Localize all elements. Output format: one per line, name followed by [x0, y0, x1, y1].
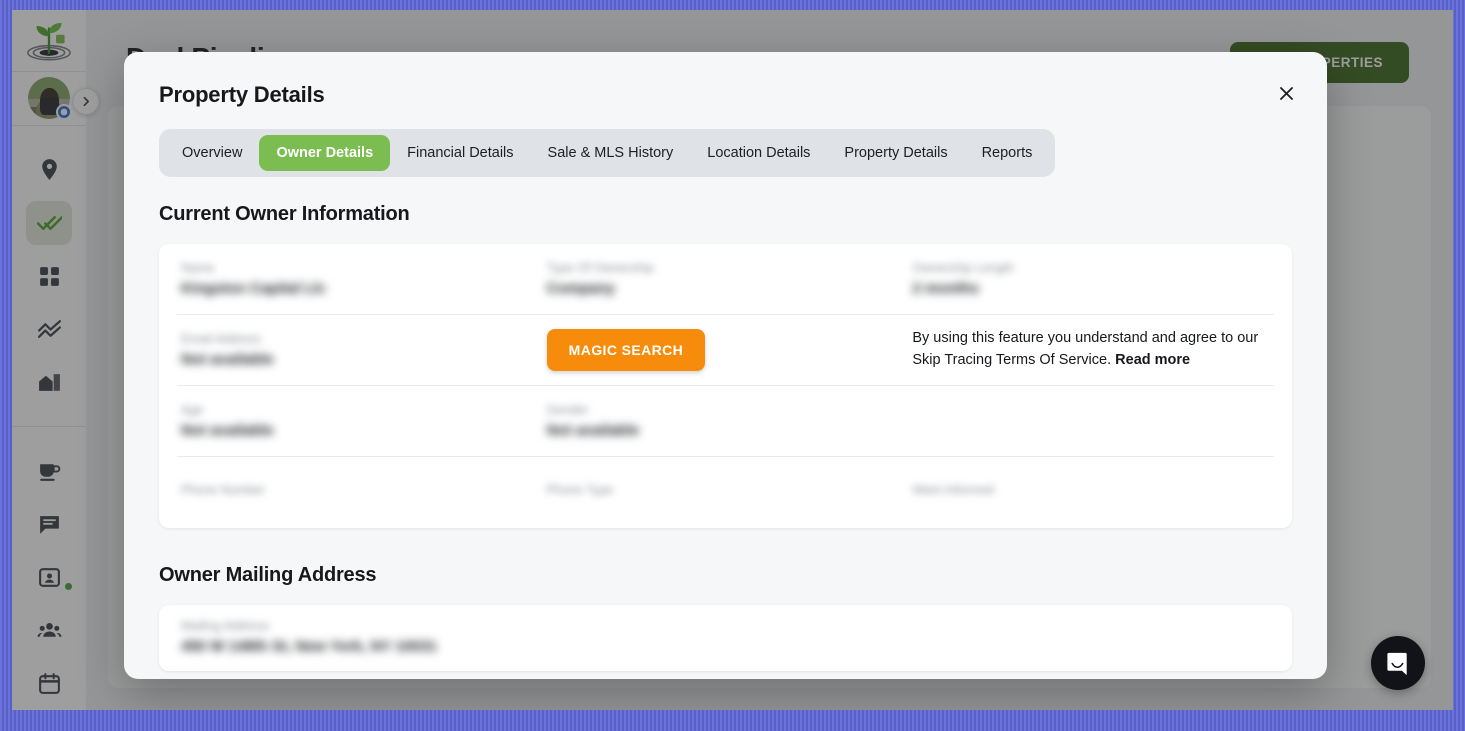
close-icon — [1279, 86, 1293, 100]
field-label: Phone Type — [546, 483, 614, 497]
app-window: Deal Pipeline ADD PROPERTIES 0 — [12, 10, 1453, 710]
tab-overview[interactable]: Overview — [165, 135, 259, 171]
modal-title: Property Details — [159, 82, 325, 107]
terms-body: By using this feature you understand and… — [912, 330, 1259, 368]
field-ownership-length: Ownership Length 2 months — [908, 261, 1274, 297]
field-label: Gender — [546, 403, 589, 417]
field-value: Not available — [546, 422, 640, 439]
field-label: Ownership Length — [912, 261, 1014, 275]
field-value: Company — [546, 280, 616, 297]
field-email-address: Email Address Not available — [177, 332, 543, 368]
mailing-address-value: 450 W 148th St, New York, NY 10031 — [181, 638, 437, 655]
read-more-link[interactable]: Read more — [1115, 352, 1190, 368]
field-label: Phone Number — [181, 483, 266, 497]
current-owner-heading: Current Owner Information — [159, 203, 410, 225]
mailing-address-label: Mailing Address — [181, 619, 270, 633]
field-value: 2 months — [912, 280, 980, 297]
field-label: Name — [181, 261, 215, 275]
intercom-launcher-button[interactable] — [1371, 636, 1425, 690]
tab-owner-details[interactable]: Owner Details — [259, 135, 391, 171]
owner-row-demographics: Age Not available Gender Not available — [177, 386, 1274, 457]
property-details-modal: Property Details Overview Owner Details … — [124, 52, 1327, 679]
magic-search-button[interactable]: MAGIC SEARCH — [546, 329, 706, 371]
field-label: Want Informed — [912, 483, 994, 497]
tab-property-details[interactable]: Property Details — [827, 135, 964, 171]
field-label: Age — [181, 403, 204, 417]
field-value: Kingston Capital Llc — [181, 280, 327, 297]
owner-mailing-heading: Owner Mailing Address — [159, 564, 377, 586]
skip-tracing-terms: By using this feature you understand and… — [908, 328, 1274, 372]
field-ownership-type: Type Of Ownership Company — [543, 261, 909, 297]
field-phone-number: Phone Number — [177, 483, 543, 502]
field-age: Age Not available — [177, 403, 543, 439]
tab-financial-details[interactable]: Financial Details — [390, 135, 530, 171]
field-owner-name: Name Kingston Capital Llc — [177, 261, 543, 297]
owner-row-phone: Phone Number Phone Type Want Informed — [177, 457, 1274, 528]
field-value: Not available — [181, 422, 274, 439]
tab-sale-mls-history[interactable]: Sale & MLS History — [531, 135, 691, 171]
modal-header: Property Details — [148, 76, 1303, 110]
field-label: Type Of Ownership — [546, 261, 654, 275]
field-phone-type: Phone Type — [543, 483, 909, 502]
magic-search-cell: MAGIC SEARCH — [543, 329, 909, 371]
tab-location-details[interactable]: Location Details — [690, 135, 827, 171]
owner-mailing-card: Mailing Address 450 W 148th St, New York… — [159, 605, 1292, 671]
modal-tabs: Overview Owner Details Financial Details… — [159, 129, 1056, 177]
close-button[interactable] — [1269, 76, 1303, 110]
field-value: Not available — [181, 351, 274, 368]
field-label: Email Address — [181, 332, 261, 346]
decorative-border-frame: Deal Pipeline ADD PROPERTIES 0 — [0, 0, 1465, 731]
tab-reports[interactable]: Reports — [965, 135, 1050, 171]
owner-row-identity: Name Kingston Capital Llc Type Of Owners… — [177, 244, 1274, 315]
field-want-informed: Want Informed — [908, 483, 1274, 502]
owner-info-card: Name Kingston Capital Llc Type Of Owners… — [159, 244, 1292, 528]
owner-row-skiptrace: Email Address Not available MAGIC SEARCH… — [177, 315, 1274, 386]
field-gender: Gender Not available — [543, 403, 909, 439]
terms-of-service-text: By using this feature you understand and… — [912, 328, 1270, 372]
intercom-chat-icon — [1386, 652, 1407, 675]
